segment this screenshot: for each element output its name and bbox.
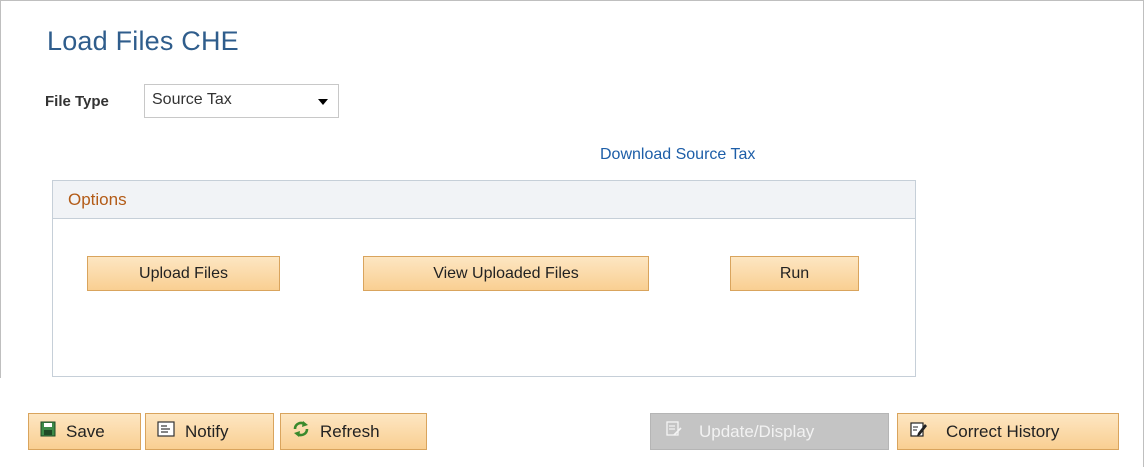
download-source-tax-link[interactable]: Download Source Tax [600,146,755,164]
chevron-down-icon [318,99,328,105]
update-display-label: Update/Display [699,421,815,441]
refresh-button[interactable]: Refresh [280,413,427,450]
notify-label: Notify [185,421,229,441]
notify-icon [157,421,175,442]
file-type-label: File Type [45,93,109,110]
save-button[interactable]: Save [28,413,141,450]
floppy-disk-icon [40,421,56,442]
save-label: Save [66,421,105,441]
refresh-icon [292,420,310,443]
notify-button[interactable]: Notify [145,413,274,450]
correct-history-label: Correct History [946,421,1060,441]
view-uploaded-files-button[interactable]: View Uploaded Files [363,256,649,291]
update-display-icon [665,421,683,442]
refresh-label: Refresh [320,421,380,441]
options-header: Options [53,181,915,219]
page-title: Load Files CHE [47,26,239,56]
correct-history-button[interactable]: Correct History [897,413,1119,450]
update-display-button[interactable]: Update/Display [650,413,889,450]
run-button[interactable]: Run [730,256,859,291]
edit-pencil-icon [910,421,928,442]
options-title: Options [68,190,127,209]
file-type-selected-value: Source Tax [152,91,232,108]
page-frame-left-border [0,0,1,378]
upload-files-button[interactable]: Upload Files [87,256,280,291]
file-type-select[interactable]: Source Tax [144,84,339,118]
